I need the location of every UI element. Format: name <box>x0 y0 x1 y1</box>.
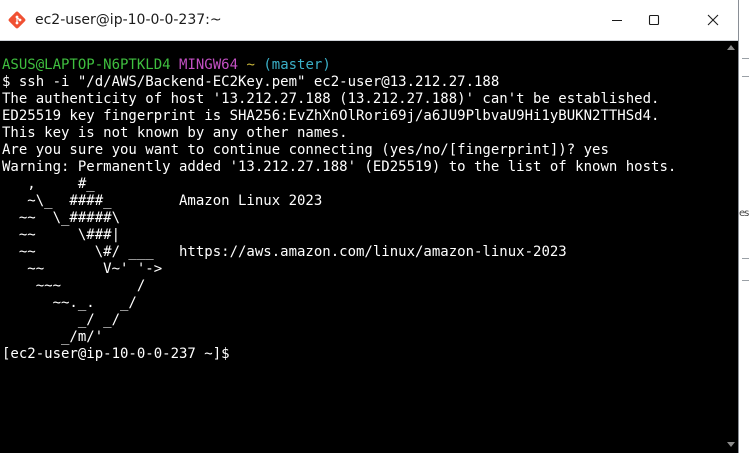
background-window-divider <box>742 58 749 59</box>
background-window-divider <box>742 76 749 77</box>
banner-line: ~~ \###| <box>2 227 121 243</box>
background-window-divider <box>742 280 749 281</box>
vertical-scrollbar[interactable] <box>724 41 738 453</box>
output-line: Warning: Permanently added '13.212.27.18… <box>2 159 677 175</box>
prompt-path: ~ <box>246 57 255 73</box>
close-icon <box>707 14 719 26</box>
banner-line: ~~ \#/ ___ https://aws.amazon.com/linux/… <box>2 244 567 260</box>
banner-line: , #_ <box>2 176 95 192</box>
banner-line: ~~._. _/ <box>2 295 137 311</box>
ssh-command-line: $ ssh -i "/d/AWS/Backend-EC2Key.pem" ec2… <box>2 74 500 90</box>
output-line: ED25519 key fingerprint is SHA256:EvZhXn… <box>2 108 660 124</box>
banner-line: ~~ V~' '-> <box>2 261 163 277</box>
scroll-up-arrow-icon[interactable] <box>727 45 735 50</box>
terminal-window: ec2-user@ip-10-0-0-237:~ ASUS@LAPTOP-N6P… <box>0 0 738 453</box>
local-prompt-line: ASUS@LAPTOP-N6PTKLD4 MINGW64 ~ (master) <box>2 57 676 74</box>
remote-prompt-line: [ec2-user@ip-10-0-0-237 ~]$ <box>2 346 239 362</box>
background-window-text: es <box>739 208 749 219</box>
minimize-icon <box>611 14 623 26</box>
banner-line: ~~ \_#####\ <box>2 210 121 226</box>
title-bar[interactable]: ec2-user@ip-10-0-0-237:~ <box>0 0 738 41</box>
output-line: Are you sure you want to continue connec… <box>2 142 609 158</box>
terminal-output: ASUS@LAPTOP-N6PTKLD4 MINGW64 ~ (master) $… <box>2 57 676 363</box>
maximize-button[interactable] <box>631 0 677 40</box>
background-window-divider <box>742 258 749 259</box>
prompt-system: MINGW64 <box>179 57 239 73</box>
output-line: This key is not known by any other names… <box>2 125 348 141</box>
background-window <box>738 0 749 453</box>
banner-line: ~\_ ####_ Amazon Linux 2023 <box>2 193 323 209</box>
terminal-content[interactable]: ASUS@LAPTOP-N6PTKLD4 MINGW64 ~ (master) $… <box>0 41 724 453</box>
scroll-down-arrow-icon[interactable] <box>727 442 735 447</box>
close-button[interactable] <box>690 0 736 40</box>
prompt-user-host: ASUS@LAPTOP-N6PTKLD4 <box>2 57 171 73</box>
output-line: The authenticity of host '13.212.27.188 … <box>2 91 660 107</box>
banner-line: _/ _/ <box>2 312 121 328</box>
git-bash-icon <box>8 11 26 29</box>
banner-line: _/m/' <box>2 329 104 345</box>
prompt-git-branch: (master) <box>263 57 331 73</box>
maximize-icon <box>648 14 660 26</box>
banner-line: ~~~ / <box>2 278 146 294</box>
window-title: ec2-user@ip-10-0-0-237:~ <box>35 12 222 28</box>
